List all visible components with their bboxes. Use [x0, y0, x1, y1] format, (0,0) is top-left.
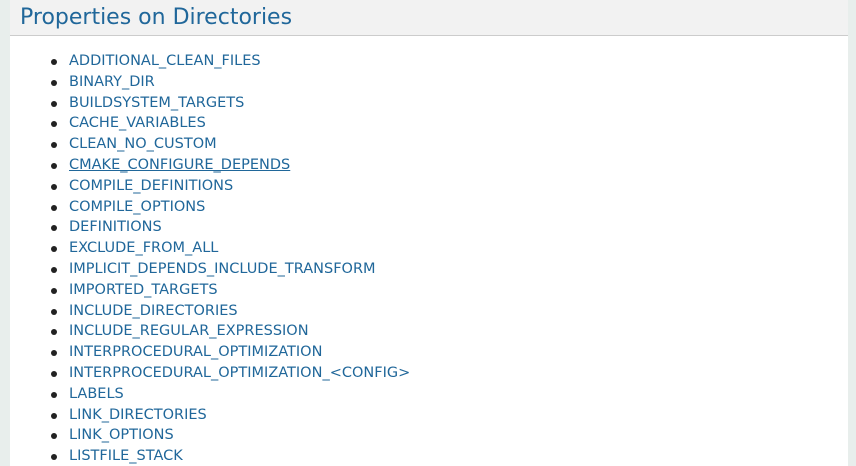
list-item: BINARY_DIR: [51, 72, 848, 93]
bullet-icon: [51, 246, 57, 253]
bullet-icon: [51, 183, 57, 190]
bullet-icon: [51, 412, 57, 419]
property-link[interactable]: LABELS: [69, 386, 124, 402]
property-link[interactable]: DEFINITIONS: [69, 219, 162, 235]
bullet-icon: [51, 79, 57, 86]
bullet-icon: [51, 162, 57, 169]
property-link[interactable]: LISTFILE_STACK: [69, 448, 183, 464]
list-item: IMPORTED_TARGETS: [51, 280, 848, 301]
list-item: EXCLUDE_FROM_ALL: [51, 238, 848, 259]
list-item: LINK_OPTIONS: [51, 425, 848, 446]
list-item: COMPILE_DEFINITIONS: [51, 176, 848, 197]
bullet-icon: [51, 454, 57, 461]
property-link[interactable]: LINK_DIRECTORIES: [69, 407, 207, 423]
bullet-icon: [51, 350, 57, 357]
property-link[interactable]: LINK_OPTIONS: [69, 427, 174, 443]
list-item: LINK_DIRECTORIES: [51, 405, 848, 426]
bullet-icon: [51, 287, 57, 294]
property-link[interactable]: CACHE_VARIABLES: [69, 115, 206, 131]
bullet-icon: [51, 121, 57, 128]
list-item: COMPILE_OPTIONS: [51, 197, 848, 218]
property-link[interactable]: BUILDSYSTEM_TARGETS: [69, 95, 244, 111]
section-header: Properties on Directories: [10, 0, 848, 36]
list-item: INCLUDE_REGULAR_EXPRESSION: [51, 321, 848, 342]
list-item: INTERPROCEDURAL_OPTIMIZATION_<CONFIG>: [51, 363, 848, 384]
bullet-icon: [51, 391, 57, 398]
property-link[interactable]: INCLUDE_REGULAR_EXPRESSION: [69, 323, 309, 339]
property-link[interactable]: INTERPROCEDURAL_OPTIMIZATION_<CONFIG>: [69, 365, 410, 381]
list-item: INCLUDE_DIRECTORIES: [51, 301, 848, 322]
bullet-icon: [51, 433, 57, 440]
list-item: IMPLICIT_DEPENDS_INCLUDE_TRANSFORM: [51, 259, 848, 280]
property-link[interactable]: CLEAN_NO_CUSTOM: [69, 136, 217, 152]
property-list: ADDITIONAL_CLEAN_FILES BINARY_DIR BUILDSYS…: [10, 36, 848, 466]
section-title: Properties on Directories: [20, 5, 293, 30]
property-link[interactable]: INCLUDE_DIRECTORIES: [69, 303, 238, 319]
property-link[interactable]: COMPILE_DEFINITIONS: [69, 178, 233, 194]
property-link[interactable]: COMPILE_OPTIONS: [69, 199, 205, 215]
bullet-icon: [51, 225, 57, 232]
list-item: DEFINITIONS: [51, 217, 848, 238]
property-link[interactable]: BINARY_DIR: [69, 74, 155, 90]
property-link[interactable]: IMPORTED_TARGETS: [69, 282, 218, 298]
bullet-icon: [51, 266, 57, 273]
bullet-icon: [51, 370, 57, 377]
list-item: CACHE_VARIABLES: [51, 113, 848, 134]
content-panel: Properties on Directories ADDITIONAL_CLE…: [10, 0, 848, 466]
property-link[interactable]: EXCLUDE_FROM_ALL: [69, 240, 218, 256]
bullet-icon: [51, 100, 57, 107]
list-item: LABELS: [51, 384, 848, 405]
bullet-icon: [51, 142, 57, 149]
bullet-icon: [51, 308, 57, 315]
list-item: CLEAN_NO_CUSTOM: [51, 134, 848, 155]
bullet-icon: [51, 59, 57, 65]
list-item: ADDITIONAL_CLEAN_FILES: [51, 51, 848, 72]
property-link[interactable]: INTERPROCEDURAL_OPTIMIZATION: [69, 344, 322, 360]
list-item: BUILDSYSTEM_TARGETS: [51, 93, 848, 114]
bullet-icon: [51, 204, 57, 211]
property-link[interactable]: IMPLICIT_DEPENDS_INCLUDE_TRANSFORM: [69, 261, 376, 277]
list-item: LISTFILE_STACK: [51, 446, 848, 466]
list-item: CMAKE_CONFIGURE_DEPENDS: [51, 155, 848, 176]
bullet-icon: [51, 329, 57, 336]
property-link[interactable]: ADDITIONAL_CLEAN_FILES: [69, 53, 261, 69]
list-item: INTERPROCEDURAL_OPTIMIZATION: [51, 342, 848, 363]
property-link[interactable]: CMAKE_CONFIGURE_DEPENDS: [69, 157, 290, 173]
